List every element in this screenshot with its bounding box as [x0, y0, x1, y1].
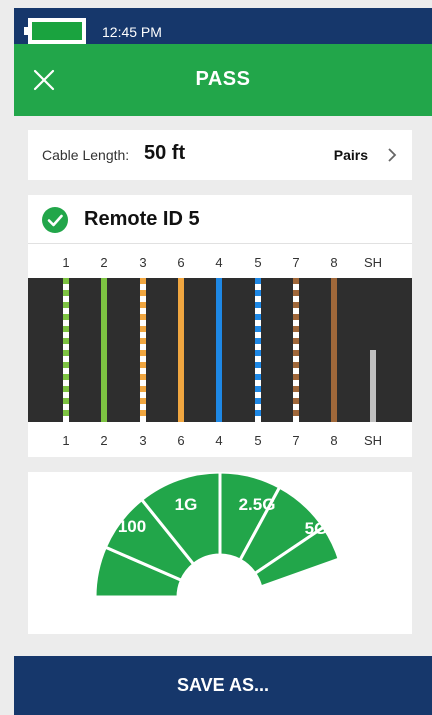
- wire-pin-2: [101, 278, 107, 422]
- pin-label: 1: [62, 433, 70, 448]
- pin-label: 2: [100, 255, 108, 270]
- pin-labels-bottom: 1 2 3 6 4 5 7 8 SH: [28, 433, 412, 453]
- pin-label: 4: [215, 255, 223, 270]
- wire-shield: [370, 350, 376, 422]
- speed-label: 100: [118, 517, 146, 536]
- chevron-right-icon: [388, 148, 397, 162]
- speed-label: 1G: [175, 495, 198, 514]
- status-time: 12:45 PM: [102, 24, 162, 40]
- pin-label: SH: [363, 433, 383, 448]
- result-header: PASS: [14, 44, 432, 116]
- speed-label: 2.5G: [239, 495, 276, 514]
- pin-label: 6: [177, 255, 185, 270]
- result-title: PASS: [195, 68, 251, 90]
- wiremap-graphic: [28, 278, 412, 422]
- speed-label: 5G: [305, 519, 328, 538]
- check-circle-icon: [42, 207, 68, 233]
- pin-label: 4: [215, 433, 223, 448]
- status-bar: 12:45 PM: [14, 8, 432, 44]
- pin-label: 7: [292, 255, 300, 270]
- pin-label: 8: [330, 255, 338, 270]
- cable-length-row[interactable]: Cable Length: 50 ft Pairs: [28, 130, 412, 180]
- wire-pin-6: [178, 278, 184, 422]
- divider: [28, 243, 412, 244]
- wire-pin-8: [331, 278, 337, 422]
- pin-label: 6: [177, 433, 185, 448]
- battery-icon: [24, 18, 86, 44]
- wire-pin-1: [63, 278, 69, 422]
- pin-label: SH: [363, 255, 383, 270]
- pin-label: 2: [100, 433, 108, 448]
- pin-labels-top: 1 2 3 6 4 5 7 8 SH: [28, 255, 412, 275]
- pin-label: 7: [292, 433, 300, 448]
- pin-label: 1: [62, 255, 70, 270]
- pin-label: 3: [139, 433, 147, 448]
- cable-length-value: 50 ft: [144, 142, 186, 164]
- wire-pin-7: [293, 278, 299, 422]
- remote-id-label: Remote ID 5: [84, 208, 200, 230]
- pin-label: 3: [139, 255, 147, 270]
- save-as-button[interactable]: SAVE AS...: [14, 656, 432, 715]
- speed-label: 10G: [341, 559, 373, 578]
- pin-label: 5: [254, 255, 262, 270]
- wiremap-card: Remote ID 5 1 2 3 6 4 5 7 8 SH 1 2 3 6 4 5 7 8 SH: [28, 195, 412, 457]
- speed-gauge: 10 100 1G 2.5G 5G 10G: [81, 472, 373, 599]
- speed-card: 10 100 1G 2.5G 5G 10G: [28, 472, 412, 634]
- speed-label: 10: [81, 559, 100, 578]
- pin-label: 8: [330, 433, 338, 448]
- pin-label: 5: [254, 433, 262, 448]
- wire-pin-4: [216, 278, 222, 422]
- wire-pin-5: [255, 278, 261, 422]
- pairs-link[interactable]: Pairs: [334, 147, 368, 163]
- cable-length-label: Cable Length:: [42, 147, 130, 163]
- wire-pin-3: [140, 278, 146, 422]
